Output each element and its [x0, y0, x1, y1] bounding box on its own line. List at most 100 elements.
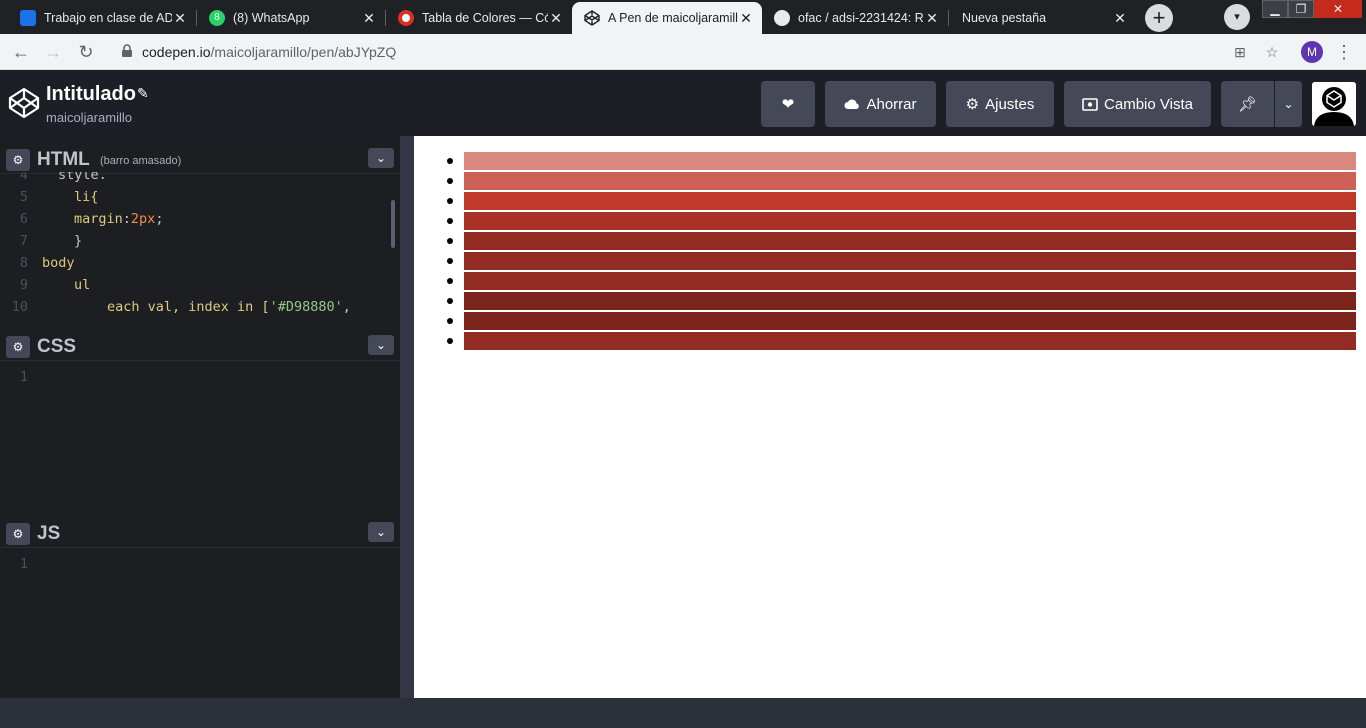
color-list-item	[447, 312, 1356, 330]
save-button[interactable]: Ahorrar	[825, 81, 936, 127]
color-bar-list	[447, 152, 1356, 352]
code-line: 8 body	[19, 255, 75, 271]
color-list-item	[447, 232, 1356, 250]
view-icon	[1082, 97, 1098, 111]
code-line: 4 style.	[19, 172, 107, 183]
pin-icon: 📌︎	[1237, 96, 1258, 113]
html-pane-header: ⚙ HTML (barro amasado) ⌄	[0, 136, 400, 174]
css-settings-button[interactable]: ⚙	[6, 336, 30, 358]
color-list-item	[447, 252, 1356, 270]
gear-icon: ⚙	[12, 527, 24, 541]
tab-title: A Pen de maicoljaramill	[608, 11, 738, 25]
js-editor-pane: ⚙ JS ⌄ 1	[0, 510, 400, 698]
bookmark-star-icon[interactable]: ☆	[1264, 44, 1280, 60]
pen-author[interactable]: maicoljaramillo	[46, 110, 132, 125]
css-pane-title: CSS	[37, 336, 77, 357]
reload-icon[interactable]: ↻	[74, 40, 98, 64]
chevron-down-icon: ⌄	[375, 338, 387, 352]
list-bullet	[447, 278, 453, 284]
new-tab-button[interactable]: +	[1145, 4, 1173, 32]
tab-search-icon[interactable]: ▾	[1224, 4, 1250, 30]
html-editor-pane: ⚙ HTML (barro amasado) ⌄ 4 style. 5 li{ …	[0, 136, 400, 323]
close-icon[interactable]: ✕	[738, 10, 754, 27]
editor-column: ⚙ HTML (barro amasado) ⌄ 4 style. 5 li{ …	[0, 136, 400, 698]
color-list-item	[447, 272, 1356, 290]
heart-icon: ❤	[781, 96, 795, 113]
close-icon[interactable]: ✕	[172, 10, 188, 27]
back-icon[interactable]: ←	[9, 40, 33, 64]
cloud-icon	[844, 99, 860, 109]
html-preprocessor-label: (barro amasado)	[100, 155, 182, 167]
pin-menu-button[interactable]: ⌄	[1275, 81, 1302, 127]
close-icon[interactable]: ✕	[548, 10, 564, 27]
window-close-icon[interactable]: ✕	[1314, 0, 1362, 18]
js-pane-collapse-button[interactable]: ⌄	[368, 522, 394, 542]
list-bullet	[447, 298, 453, 304]
list-bullet	[447, 218, 453, 224]
change-view-label: Cambio Vista	[1104, 95, 1193, 113]
css-pane-collapse-button[interactable]: ⌄	[368, 335, 394, 355]
settings-button-label: Ajustes	[985, 95, 1035, 113]
list-bullet	[447, 238, 453, 244]
translate-icon[interactable]: ⊞	[1232, 44, 1248, 60]
css-pane-header: ⚙ CSS ⌄	[0, 323, 400, 361]
close-icon[interactable]: ✕	[361, 10, 377, 27]
color-list-item	[447, 332, 1356, 350]
list-bullet	[447, 318, 453, 324]
close-icon[interactable]: ✕	[924, 10, 940, 27]
settings-button[interactable]: ⚙ Ajustes	[946, 81, 1054, 127]
preview-pane	[414, 136, 1366, 698]
address-bar[interactable]: codepen.io/maicoljaramillo/pen/abJYpZQ ⊞…	[108, 39, 1290, 65]
love-button[interactable]: ❤	[761, 81, 815, 127]
browser-tab-github[interactable]: ofac / adsi-2231424: Re ✕	[762, 2, 948, 34]
forward-icon[interactable]: →	[41, 40, 65, 64]
change-view-button[interactable]: Cambio Vista	[1064, 81, 1211, 127]
gear-icon: ⚙	[12, 153, 24, 167]
codepen-footer	[0, 698, 1366, 728]
html-code-area[interactable]: 4 style. 5 li{ 6 margin:2px; 7 } 8 body …	[0, 172, 390, 322]
code-line: 7 }	[19, 233, 83, 249]
pen-title[interactable]: Intitulado	[46, 83, 136, 106]
css-editor-pane: ⚙ CSS ⌄ 1	[0, 323, 400, 510]
browser-tab-colors[interactable]: Tabla de Colores — Có ✕	[386, 2, 572, 34]
code-line: 6 margin:2px;	[19, 211, 164, 227]
tab-title: Tabla de Colores — Có	[422, 11, 548, 25]
list-bullet	[447, 198, 453, 204]
js-code-area[interactable]: 1	[0, 553, 390, 683]
url-text[interactable]: codepen.io/maicoljaramillo/pen/abJYpZQ	[142, 44, 396, 60]
close-icon[interactable]: ✕	[1112, 10, 1128, 27]
chevron-down-icon: ⌄	[375, 151, 387, 165]
css-code-area[interactable]: 1	[0, 366, 390, 496]
browser-tab-codepen[interactable]: A Pen de maicoljaramill ✕	[572, 2, 762, 34]
html-pane-title: HTML	[37, 149, 90, 170]
code-line: 9 ul	[19, 277, 91, 293]
browser-tab-new[interactable]: Nueva pestaña ✕	[950, 2, 1136, 34]
tab-title: ofac / adsi-2231424: Re	[798, 11, 924, 25]
browser-tab-classroom[interactable]: Trabajo en clase de AD ✕	[8, 2, 196, 34]
tab-title: Trabajo en clase de AD	[44, 11, 172, 25]
html-scrollbar[interactable]	[391, 200, 395, 248]
js-pane-title: JS	[37, 523, 61, 544]
colors-icon	[398, 10, 414, 26]
line-number: 1	[19, 369, 28, 385]
list-bullet	[447, 258, 453, 264]
codepen-logo-icon[interactable]	[8, 87, 40, 119]
pin-button[interactable]: 📌︎	[1221, 81, 1274, 127]
color-list-item	[447, 292, 1356, 310]
tab-title: (8) WhatsApp	[233, 11, 310, 25]
list-bullet	[447, 158, 453, 164]
profile-avatar[interactable]: M	[1301, 41, 1323, 63]
editor-preview-resizer[interactable]	[400, 136, 414, 698]
user-avatar[interactable]	[1312, 82, 1356, 126]
browser-menu-icon[interactable]: ⋮	[1334, 41, 1354, 63]
browser-tab-whatsapp[interactable]: 8 (8) WhatsApp ✕	[197, 2, 385, 34]
list-bullet	[447, 178, 453, 184]
browser-tab-strip: Trabajo en clase de AD ✕ 8 (8) WhatsApp …	[0, 0, 1366, 34]
minimize-icon[interactable]: ▁	[1262, 0, 1288, 18]
edit-pencil-icon[interactable]: ✎	[137, 85, 149, 102]
maximize-icon[interactable]: ❐	[1288, 0, 1314, 18]
code-line: 5 li{	[19, 189, 99, 205]
html-settings-button[interactable]: ⚙	[6, 149, 30, 171]
html-pane-collapse-button[interactable]: ⌄	[368, 148, 394, 168]
js-settings-button[interactable]: ⚙	[6, 523, 30, 545]
